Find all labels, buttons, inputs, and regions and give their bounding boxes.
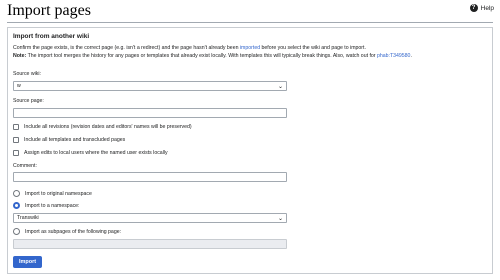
chevron-down-icon: ⌄: [277, 84, 283, 90]
form-legend: Import from another wiki: [13, 33, 90, 40]
source-wiki-select[interactable]: w ⌄: [13, 81, 287, 91]
phab-link[interactable]: phab:T349580: [377, 53, 410, 59]
original-namespace-radio[interactable]: [13, 190, 20, 197]
title-divider: [7, 22, 493, 23]
subpage-input: [13, 239, 287, 249]
page-title: Import pages: [7, 2, 91, 19]
intro-text-part: before you select the wiki and page to i…: [260, 45, 366, 51]
note-text: Note: The import tool merges the history…: [13, 53, 412, 60]
source-wiki-label: Source wiki:: [13, 71, 41, 77]
subpages-radio[interactable]: [13, 228, 20, 235]
imported-link[interactable]: imported: [240, 45, 260, 51]
namespace-value: Transwiki: [17, 215, 39, 221]
revisions-checkbox-label: Include all revisions (revision dates an…: [24, 124, 192, 130]
source-wiki-value: w: [17, 83, 21, 89]
assign-checkbox-label: Assign edits to local users where the na…: [24, 150, 168, 156]
namespace-select[interactable]: Transwiki ⌄: [13, 213, 287, 223]
comment-input[interactable]: [13, 172, 287, 182]
source-page-label: Source page:: [13, 98, 44, 104]
help-label: Help: [480, 4, 494, 12]
original-namespace-row[interactable]: Import to original namespace: [13, 190, 92, 197]
revisions-checkbox[interactable]: [13, 124, 19, 130]
note-label: Note:: [13, 53, 27, 59]
chevron-down-icon: ⌄: [277, 216, 283, 222]
import-form: Import from another wiki Confirm the pag…: [7, 27, 493, 274]
import-button[interactable]: Import: [13, 256, 42, 268]
subpages-row[interactable]: Import as subpages of the following page…: [13, 228, 121, 235]
intro-text: Confirm the page exists, is the correct …: [13, 45, 366, 52]
intro-text-part: Confirm the page exists, is the correct …: [13, 45, 240, 51]
note-body: The import tool merges the history for a…: [26, 53, 377, 59]
comment-label: Comment:: [13, 163, 37, 169]
namespace-label: Import to a namespace:: [25, 202, 80, 209]
revisions-checkbox-row[interactable]: Include all revisions (revision dates an…: [13, 124, 192, 130]
note-end: .: [410, 53, 412, 59]
assign-checkbox[interactable]: [13, 150, 19, 156]
source-page-input[interactable]: [13, 108, 287, 118]
help-link[interactable]: ? Help: [469, 4, 494, 12]
original-namespace-label: Import to original namespace: [25, 190, 92, 197]
templates-checkbox[interactable]: [13, 137, 19, 143]
subpages-label: Import as subpages of the following page…: [25, 228, 122, 235]
help-icon: ?: [469, 4, 478, 12]
assign-checkbox-row[interactable]: Assign edits to local users where the na…: [13, 150, 168, 156]
templates-checkbox-row[interactable]: Include all templates and transcluded pa…: [13, 137, 125, 143]
namespace-row[interactable]: Import to a namespace:: [13, 202, 80, 209]
namespace-radio[interactable]: [13, 202, 20, 209]
templates-checkbox-label: Include all templates and transcluded pa…: [24, 137, 126, 143]
